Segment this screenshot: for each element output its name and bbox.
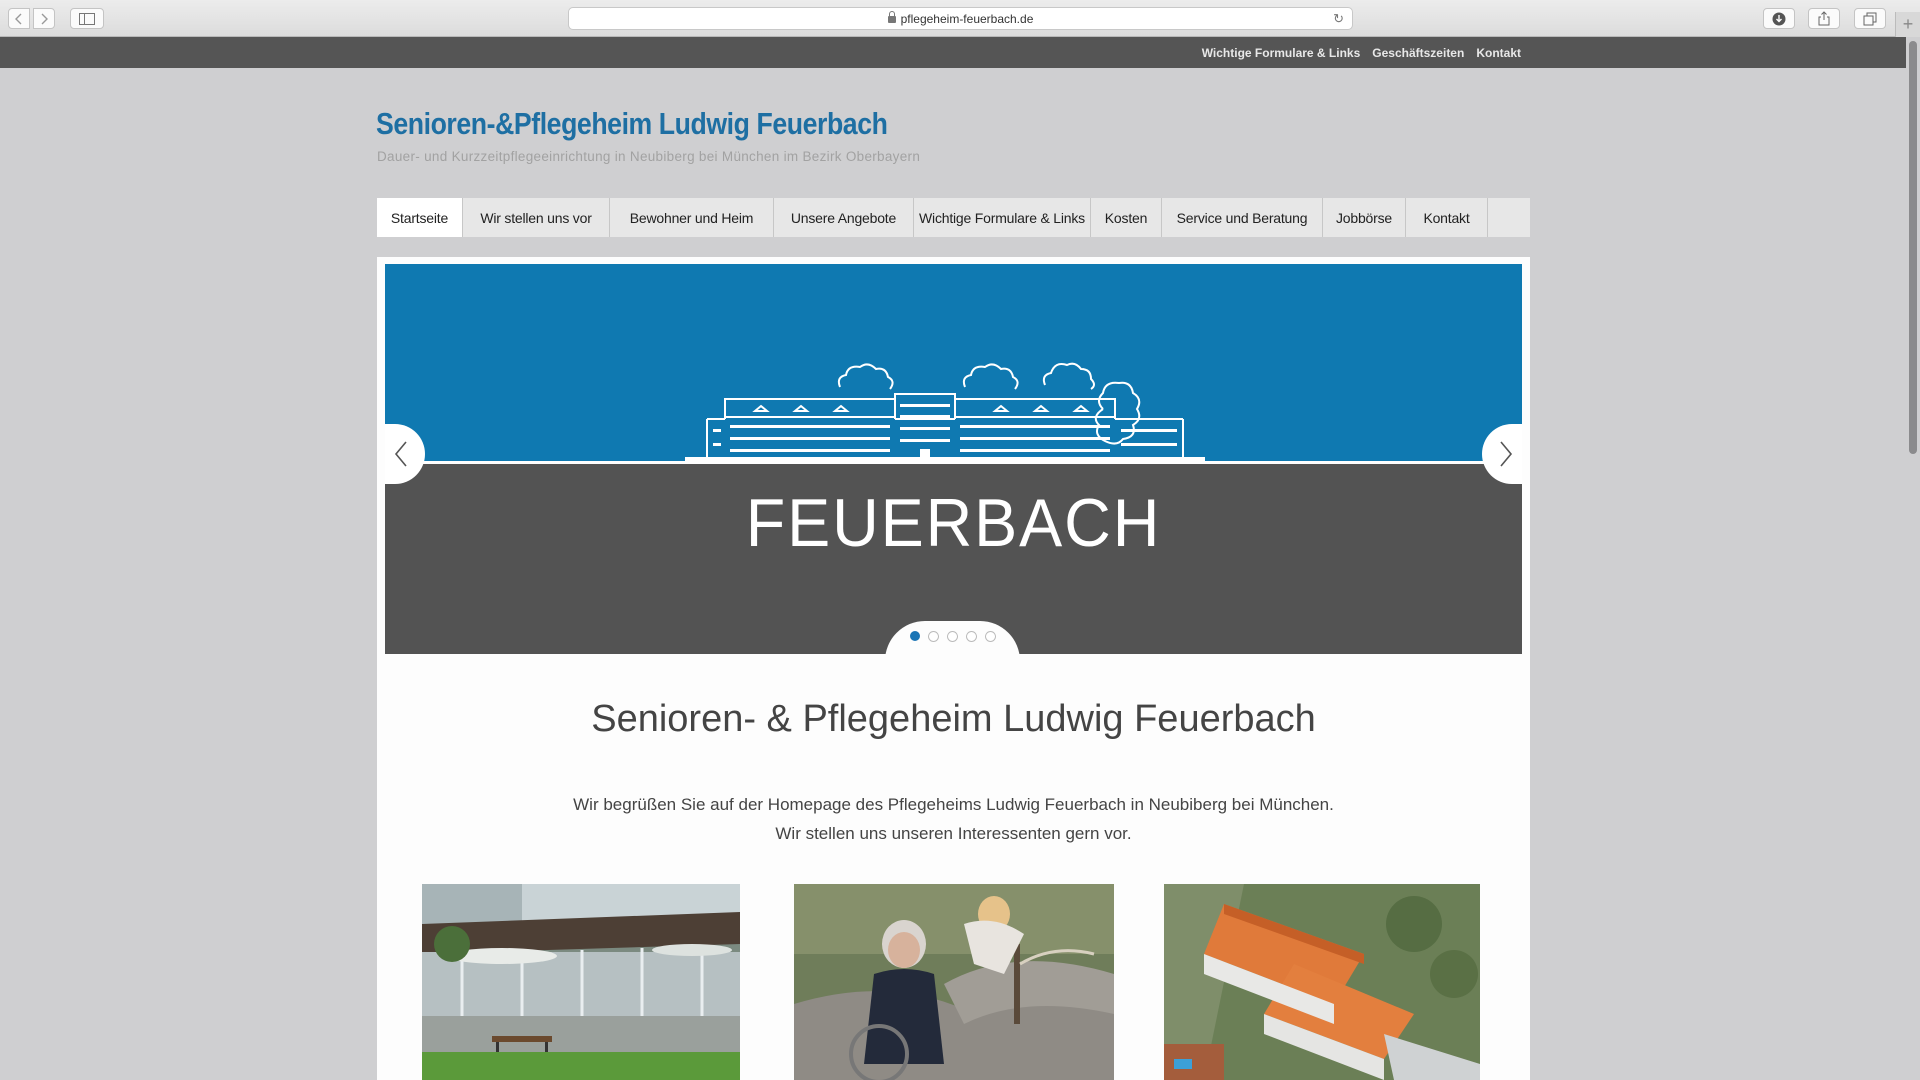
- slider-dot-5[interactable]: [984, 630, 996, 642]
- slider-dot-3[interactable]: [946, 630, 958, 642]
- nav-item-jobboerse[interactable]: Jobbörse: [1323, 198, 1406, 237]
- nav-item-wir-stellen-uns-vor[interactable]: Wir stellen uns vor: [463, 198, 610, 237]
- welcome-text: Wir begrüßen Sie auf der Homepage des Pf…: [377, 790, 1530, 848]
- plus-icon: +: [1902, 14, 1914, 34]
- chevron-left-icon: [15, 13, 22, 24]
- tabs-button[interactable]: [1854, 8, 1886, 29]
- scrollbar-thumb[interactable]: [1909, 41, 1917, 454]
- chevron-right-icon: [41, 13, 48, 24]
- nav-item-kontakt[interactable]: Kontakt: [1406, 198, 1488, 237]
- sidebar-icon: [79, 12, 95, 25]
- slider-dot-1[interactable]: [909, 631, 920, 641]
- site-title[interactable]: Senioren-&Pflegeheim Ludwig Feuerbach: [376, 106, 888, 142]
- content-panel: FEUERBACH Senioren- & Pflegeheim Ludwig …: [377, 257, 1530, 1080]
- welcome-line-1: Wir begrüßen Sie auf der Homepage des Pf…: [573, 795, 1334, 814]
- site-subtitle: Dauer- und Kurzzeitpflegeeinrichtung in …: [377, 149, 921, 164]
- lock-icon: [887, 11, 896, 23]
- share-button[interactable]: [1808, 8, 1840, 29]
- url-text: pflegeheim-feuerbach.de: [900, 11, 1034, 26]
- chevron-left-icon: [394, 441, 407, 467]
- photo-pavilion[interactable]: [422, 884, 740, 1080]
- downloads-button[interactable]: [1763, 8, 1795, 29]
- nav-item-unsere-angebote[interactable]: Unsere Angebote: [774, 198, 914, 237]
- reload-icon[interactable]: ↻: [1333, 11, 1344, 27]
- share-icon: [1818, 11, 1830, 26]
- slider-pagination: [885, 621, 1020, 654]
- top-bar: Wichtige Formulare & Links Geschäftszeit…: [0, 37, 1906, 68]
- top-link-formulare[interactable]: Wichtige Formulare & Links: [1202, 46, 1361, 60]
- top-link-geschaeftszeiten[interactable]: Geschäftszeiten: [1372, 46, 1464, 60]
- image-slider: FEUERBACH: [385, 264, 1522, 654]
- slide-caption: FEUERBACH: [745, 485, 1162, 561]
- nav-item-wichtige-formulare[interactable]: Wichtige Formulare & Links: [914, 198, 1091, 237]
- top-link-kontakt[interactable]: Kontakt: [1476, 46, 1521, 60]
- building-illustration: [685, 362, 1205, 463]
- tabs-icon: [1863, 12, 1877, 25]
- slider-dot-4[interactable]: [965, 630, 977, 642]
- download-icon: [1772, 12, 1786, 25]
- new-tab-button[interactable]: +: [1895, 12, 1920, 37]
- page-scrollbar[interactable]: [1906, 37, 1920, 1080]
- browser-toolbar: pflegeheim-feuerbach.de ↻ +: [0, 0, 1920, 37]
- slide-divider: [385, 461, 1522, 464]
- slider-dot-2[interactable]: [927, 630, 939, 642]
- nav-item-kosten[interactable]: Kosten: [1091, 198, 1162, 237]
- welcome-line-2: Wir stellen uns unseren Interessenten ge…: [775, 824, 1132, 843]
- page-heading: Senioren- & Pflegeheim Ludwig Feuerbach: [591, 698, 1316, 740]
- nav-item-bewohner-und-heim[interactable]: Bewohner und Heim: [610, 198, 774, 237]
- forward-button[interactable]: [33, 8, 55, 29]
- nav-item-service-und-beratung[interactable]: Service und Beratung: [1162, 198, 1323, 237]
- main-nav: Startseite Wir stellen uns vor Bewohner …: [377, 198, 1530, 237]
- nav-item-startseite[interactable]: Startseite: [377, 198, 463, 237]
- sidebar-button[interactable]: [70, 8, 104, 29]
- top-links: Wichtige Formulare & Links Geschäftszeit…: [1202, 37, 1521, 68]
- photo-wheelchair[interactable]: [794, 884, 1114, 1080]
- address-bar[interactable]: pflegeheim-feuerbach.de ↻: [568, 7, 1353, 30]
- back-button[interactable]: [8, 8, 30, 29]
- photo-aerial-view[interactable]: [1164, 884, 1480, 1080]
- chevron-right-icon: [1500, 441, 1513, 467]
